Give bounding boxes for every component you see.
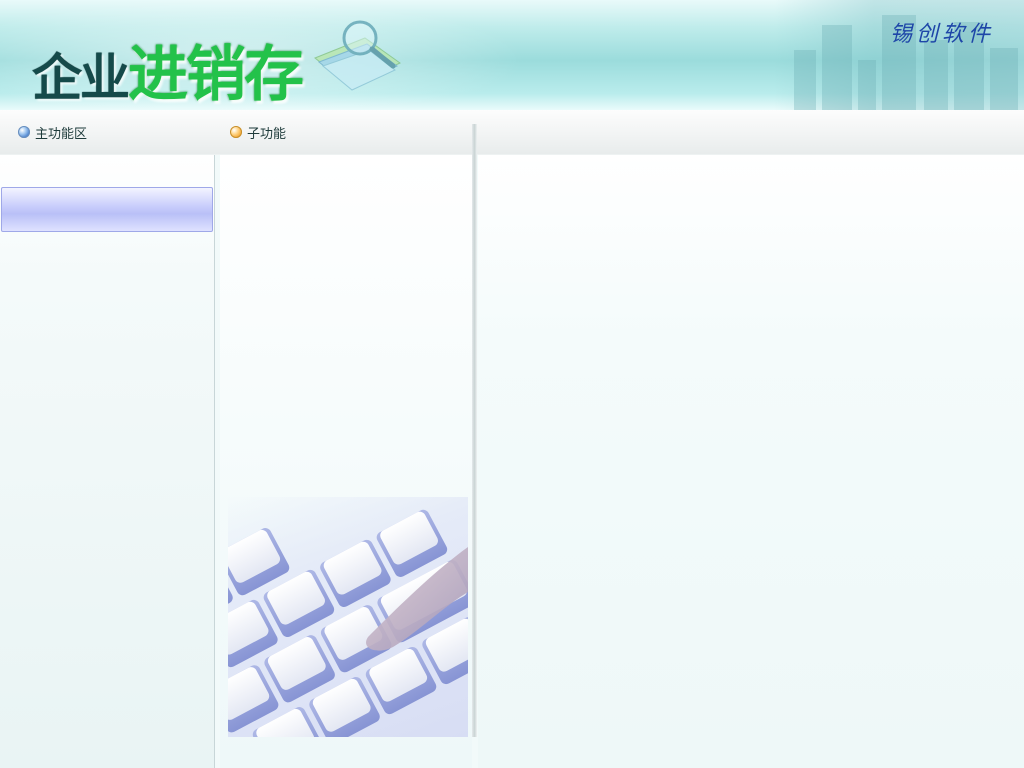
main-menu-item-selected[interactable] bbox=[1, 187, 213, 232]
app-title-part1: 企业 bbox=[32, 49, 130, 107]
header-banner: 企业进销存 锡创软件 bbox=[0, 0, 1024, 110]
sub-function-label: 子功能 bbox=[247, 125, 287, 141]
app-title-part2: 进销存 bbox=[128, 40, 304, 110]
nav-bar: 主功能区 子功能 bbox=[0, 110, 1024, 155]
brand-logo-text: 锡创软件 bbox=[889, 22, 994, 47]
blue-bullet-icon bbox=[18, 126, 30, 138]
keyboard-image bbox=[228, 497, 468, 737]
orange-bullet-icon bbox=[230, 126, 242, 138]
main-area-label: 主功能区 bbox=[35, 125, 88, 141]
main-function-panel bbox=[0, 155, 215, 768]
book-magnifier-icon bbox=[305, 18, 415, 102]
main-area-header: 主功能区 bbox=[18, 123, 87, 141]
content-workspace bbox=[478, 155, 1024, 768]
app-window: 企业进销存 锡创软件 主功能区 子功能 bbox=[0, 0, 1024, 768]
sub-function-header: 子功能 bbox=[230, 123, 286, 141]
panel-splitter[interactable] bbox=[472, 124, 477, 737]
app-title: 企业进销存 bbox=[32, 26, 304, 110]
